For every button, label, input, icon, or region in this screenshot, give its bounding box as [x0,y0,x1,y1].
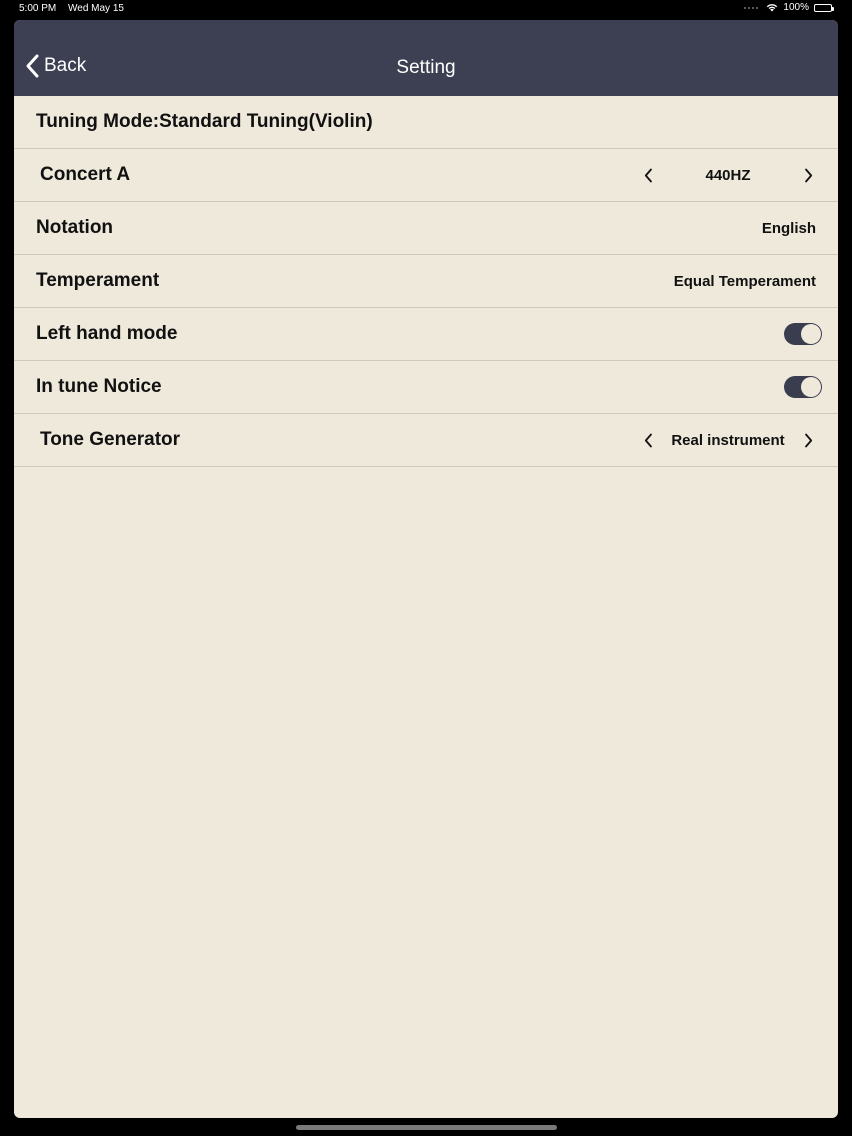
wifi-icon [767,4,778,12]
concert-a-value: 440HZ [705,166,751,184]
battery-percent: 100% [783,2,809,13]
toggle-knob [801,324,821,344]
left-hand-mode-row: Left hand mode [14,308,838,361]
temperament-row[interactable]: Temperament Equal Temperament [14,255,838,308]
battery-icon [814,3,834,12]
tone-generator-value: Real instrument [671,431,785,449]
concert-a-increment-button[interactable] [796,160,820,190]
temperament-value: Equal Temperament [673,272,816,290]
in-tune-notice-label: In tune Notice [36,376,162,397]
status-date: Wed May 15 [68,3,124,14]
concert-a-decrement-button[interactable] [636,160,660,190]
notation-label: Notation [36,217,114,238]
temperament-label: Temperament [36,270,160,291]
status-right: 100% [744,2,834,13]
left-hand-mode-toggle[interactable] [784,323,822,345]
notation-row[interactable]: Notation English [14,202,838,255]
page-title: Setting [396,57,456,78]
concert-a-label: Concert A [40,164,131,185]
settings-sheet: Back Setting Tuning Mode:Standard Tuning… [14,20,838,1118]
chevron-right-icon [804,433,812,447]
in-tune-notice-toggle[interactable] [784,376,822,398]
concert-a-stepper: 440HZ [636,160,820,190]
chevron-left-icon [644,168,652,182]
home-indicator[interactable] [296,1125,557,1130]
signal-icon [744,6,759,9]
status-time: 5:00 PM [19,3,57,14]
tuning-mode-row[interactable]: Tuning Mode:Standard Tuning(Violin) [14,96,838,149]
tone-generator-increment-button[interactable] [796,425,820,455]
tone-generator-label: Tone Generator [40,429,181,450]
tuning-mode-label: Tuning Mode:Standard Tuning(Violin) [36,111,373,132]
navigation-bar: Back Setting [14,20,838,96]
left-hand-mode-label: Left hand mode [36,323,178,344]
concert-a-row: Concert A 440HZ [14,149,838,202]
notation-value: English [761,219,816,237]
toggle-knob [801,377,821,397]
chevron-left-icon [644,433,652,447]
status-bar: 5:00 PM Wed May 15 100% [0,0,852,18]
in-tune-notice-row: In tune Notice [14,361,838,414]
tone-generator-stepper: Real instrument [636,425,820,455]
tone-generator-decrement-button[interactable] [636,425,660,455]
tone-generator-row: Tone Generator Real instrument [14,414,838,467]
chevron-right-icon [804,168,812,182]
